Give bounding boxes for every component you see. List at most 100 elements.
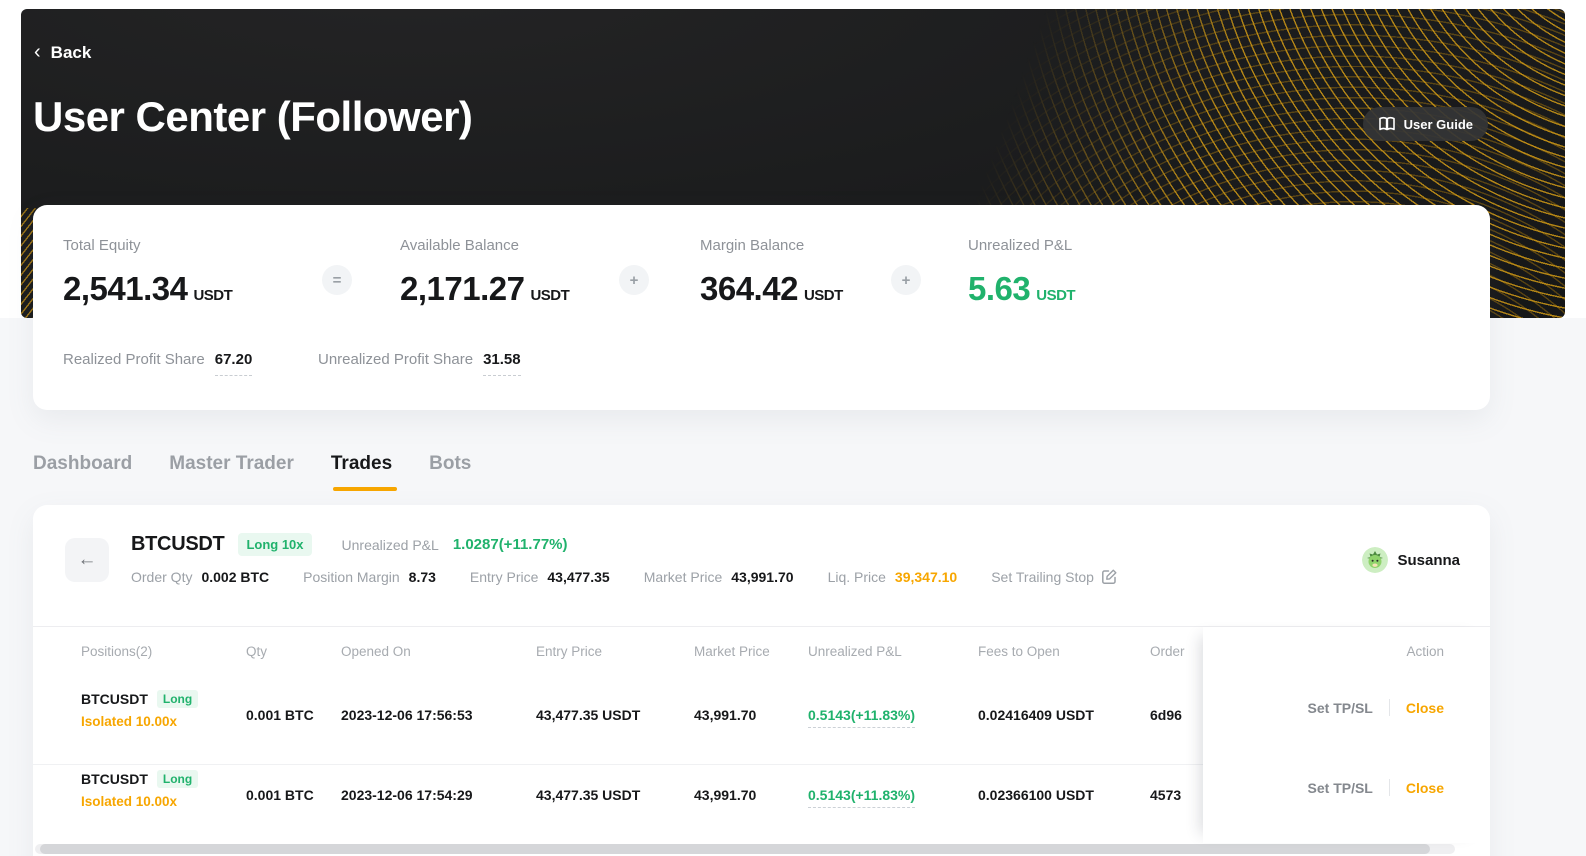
fees-cell: 0.02366100 USDT (978, 787, 1094, 803)
set-tpsl-button[interactable]: Set TP/SL (1308, 700, 1373, 716)
trader-name: Susanna (1397, 552, 1460, 569)
position-margin-field: Position Margin 8.73 (303, 569, 436, 585)
trades-panel: ← BTCUSDT Long 10x Unrealized P&L 1.0287… (33, 505, 1490, 856)
stat-value: 5.63 (968, 270, 1030, 307)
opened-on-cell: 2023-12-06 17:56:53 (341, 707, 473, 723)
col-header-positions: Positions(2) (81, 644, 152, 659)
fees-cell: 0.02416409 USDT (978, 707, 1094, 723)
equity-summary-card: Total Equity 2,541.34USDT = Available Ba… (33, 205, 1490, 410)
col-header-action: Action (1406, 644, 1444, 659)
stat-label: Unrealized P&L (968, 237, 1075, 254)
stat-value: 2,171.27 (400, 270, 524, 307)
profit-share-value[interactable]: 31.58 (483, 351, 521, 376)
unrealized-profit-share: Unrealized Profit Share 31.58 (318, 351, 521, 376)
stat-unit: USDT (1036, 287, 1075, 304)
row-leverage: Isolated 10.00x (81, 794, 198, 809)
action-divider (1389, 699, 1390, 716)
stat-value: 2,541.34 (63, 270, 187, 307)
horizontal-scrollbar-thumb[interactable] (40, 844, 1430, 854)
position-symbol-cell: BTCUSDT Long Isolated 10.00x (81, 690, 198, 729)
stat-unit: USDT (530, 287, 569, 304)
field-value: 39,347.10 (895, 569, 957, 585)
market-price-field: Market Price 43,991.70 (644, 569, 794, 585)
stat-unit: USDT (804, 287, 843, 304)
stat-unit: USDT (193, 287, 232, 304)
arrow-left-icon: ← (78, 549, 97, 571)
master-trader-chip[interactable]: Susanna (1362, 547, 1460, 573)
back-button[interactable]: ‹ Back (34, 43, 91, 63)
stat-label: Margin Balance (700, 237, 843, 254)
stat-unrealized-pnl: Unrealized P&L 5.63 USDT (968, 237, 1075, 308)
field-label: Market Price (644, 569, 723, 585)
col-header-order: Order (1150, 644, 1185, 659)
stat-label: Available Balance (400, 237, 569, 254)
unrealized-pnl-cell[interactable]: 0.5143(+11.83%) (808, 707, 915, 728)
set-tpsl-button[interactable]: Set TP/SL (1308, 780, 1373, 796)
tab-master-trader[interactable]: Master Trader (169, 453, 294, 491)
liq-price-field: Liq. Price 39,347.10 (828, 569, 958, 585)
symbol-label: BTCUSDT (131, 533, 224, 556)
profit-share-label: Unrealized Profit Share (318, 351, 473, 368)
col-header-qty: Qty (246, 644, 267, 659)
unrealized-pnl-label: Unrealized P&L (342, 537, 439, 553)
order-id-cell: 4573 (1150, 787, 1181, 803)
tab-bots[interactable]: Bots (429, 453, 471, 491)
realized-profit-share: Realized Profit Share 67.20 (63, 351, 252, 376)
edit-icon (1101, 568, 1118, 585)
field-value: 0.002 BTC (201, 569, 269, 585)
entry-price-cell: 43,477.35 USDT (536, 787, 640, 803)
order-qty-field: Order Qty 0.002 BTC (131, 569, 269, 585)
plus-icon: + (619, 265, 649, 295)
stat-value: 364.42 (700, 270, 798, 307)
qty-cell: 0.001 BTC (246, 707, 314, 723)
horizontal-scrollbar-track[interactable] (35, 844, 1455, 854)
row-actions: Set TP/SL Close (1308, 699, 1444, 716)
profit-share-value[interactable]: 67.20 (215, 351, 253, 376)
trailing-stop-label: Set Trailing Stop (991, 569, 1094, 585)
user-guide-label: User Guide (1404, 117, 1473, 132)
tab-dashboard[interactable]: Dashboard (33, 453, 132, 491)
market-price-cell: 43,991.70 (694, 707, 756, 723)
row-actions: Set TP/SL Close (1308, 779, 1444, 796)
position-summary-line2: Order Qty 0.002 BTC Position Margin 8.73… (131, 568, 1118, 585)
field-value: 8.73 (409, 569, 436, 585)
action-divider (1389, 779, 1390, 796)
col-header-entry-price: Entry Price (536, 644, 602, 659)
profit-share-label: Realized Profit Share (63, 351, 205, 368)
row-leverage: Isolated 10.00x (81, 714, 198, 729)
field-value: 43,477.35 (547, 569, 609, 585)
equals-icon: = (322, 265, 352, 295)
page: ‹ Back User Center (Follower) User Guide… (0, 0, 1586, 856)
chevron-left-icon: ‹ (34, 42, 41, 62)
sticky-action-column: Action Set TP/SL Close Set TP/SL Close (1203, 627, 1490, 843)
unrealized-pnl-cell[interactable]: 0.5143(+11.83%) (808, 787, 915, 808)
side-leverage-badge: Long 10x (238, 533, 311, 556)
close-position-button[interactable]: Close (1406, 700, 1444, 716)
field-value: 43,991.70 (731, 569, 793, 585)
unrealized-pnl-value: 1.0287(+11.77%) (453, 536, 568, 553)
close-position-button[interactable]: Close (1406, 780, 1444, 796)
field-label: Position Margin (303, 569, 400, 585)
panel-back-button[interactable]: ← (65, 538, 109, 582)
position-symbol-cell: BTCUSDT Long Isolated 10.00x (81, 770, 198, 809)
position-summary-line1: BTCUSDT Long 10x Unrealized P&L 1.0287(+… (131, 533, 568, 556)
opened-on-cell: 2023-12-06 17:54:29 (341, 787, 473, 803)
market-price-cell: 43,991.70 (694, 787, 756, 803)
tab-trades[interactable]: Trades (331, 453, 392, 491)
set-trailing-stop-button[interactable]: Set Trailing Stop (991, 568, 1118, 585)
row-side-badge: Long (157, 690, 198, 708)
stat-margin-balance: Margin Balance 364.42 USDT (700, 237, 843, 308)
page-title: User Center (Follower) (33, 93, 472, 141)
col-header-opened-on: Opened On (341, 644, 411, 659)
user-guide-button[interactable]: User Guide (1363, 107, 1488, 141)
field-label: Entry Price (470, 569, 538, 585)
col-header-market-price: Market Price (694, 644, 770, 659)
row-side-badge: Long (157, 770, 198, 788)
plus-icon: + (891, 265, 921, 295)
col-header-unrealized-pnl: Unrealized P&L (808, 644, 902, 659)
stat-total-equity: Total Equity 2,541.34USDT (63, 237, 232, 308)
qty-cell: 0.001 BTC (246, 787, 314, 803)
book-icon (1378, 116, 1396, 132)
col-header-fees-to-open: Fees to Open (978, 644, 1060, 659)
entry-price-field: Entry Price 43,477.35 (470, 569, 610, 585)
